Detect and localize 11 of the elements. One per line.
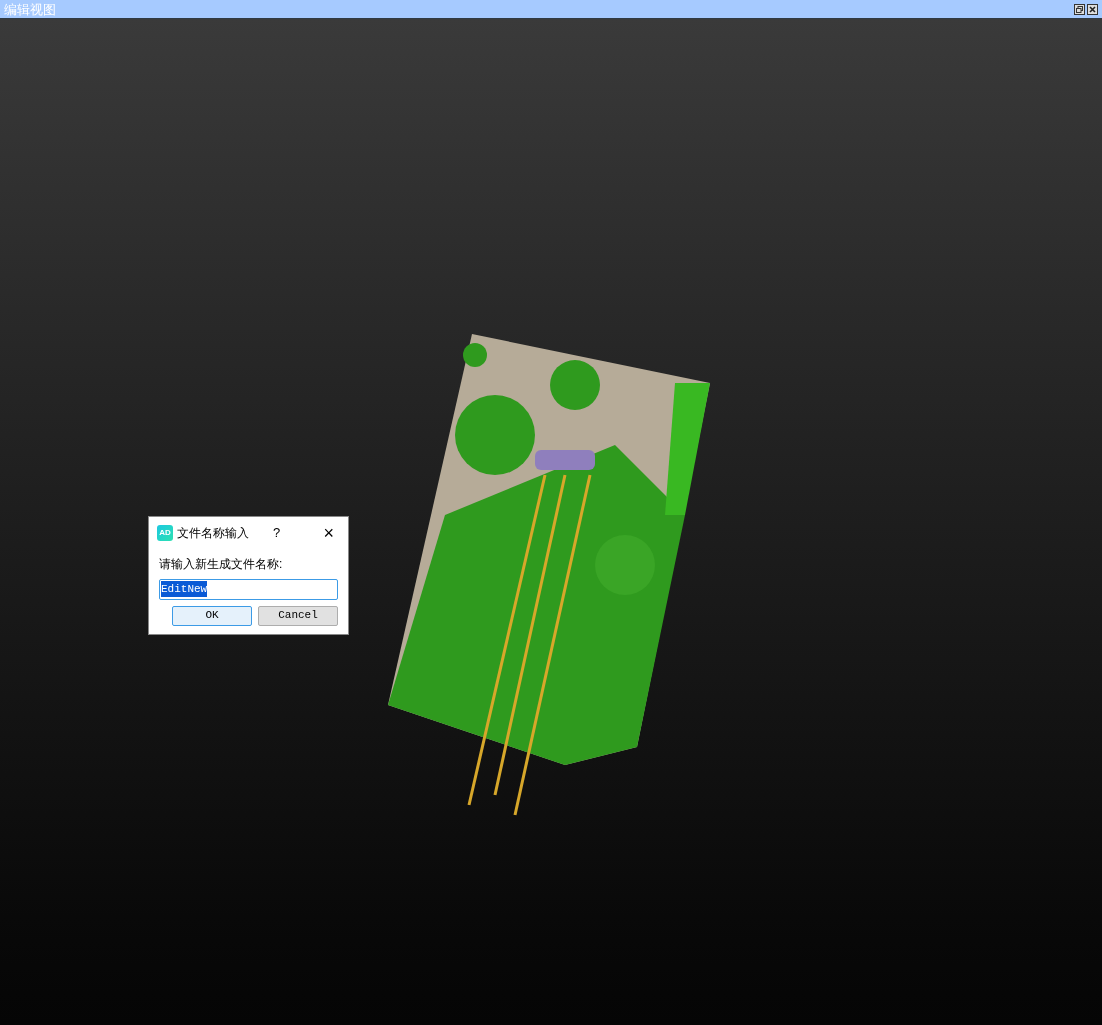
filename-field[interactable]: EditNew (159, 578, 338, 600)
dialog-button[interactable]: Cancel (258, 605, 338, 626)
window-title: 编辑视图 (4, 2, 56, 16)
dialog-title: 文件名称输入 (177, 524, 249, 542)
restore-icon[interactable] (1074, 3, 1085, 15)
close-button[interactable]: × (319, 523, 338, 542)
dialog-button[interactable]: OK (172, 605, 252, 626)
prompt-label: 请输入新生成文件名称: (159, 555, 284, 573)
app-logo: AD (157, 524, 173, 541)
close-icon[interactable] (1087, 3, 1098, 15)
help-button[interactable]: ? (269, 523, 285, 543)
